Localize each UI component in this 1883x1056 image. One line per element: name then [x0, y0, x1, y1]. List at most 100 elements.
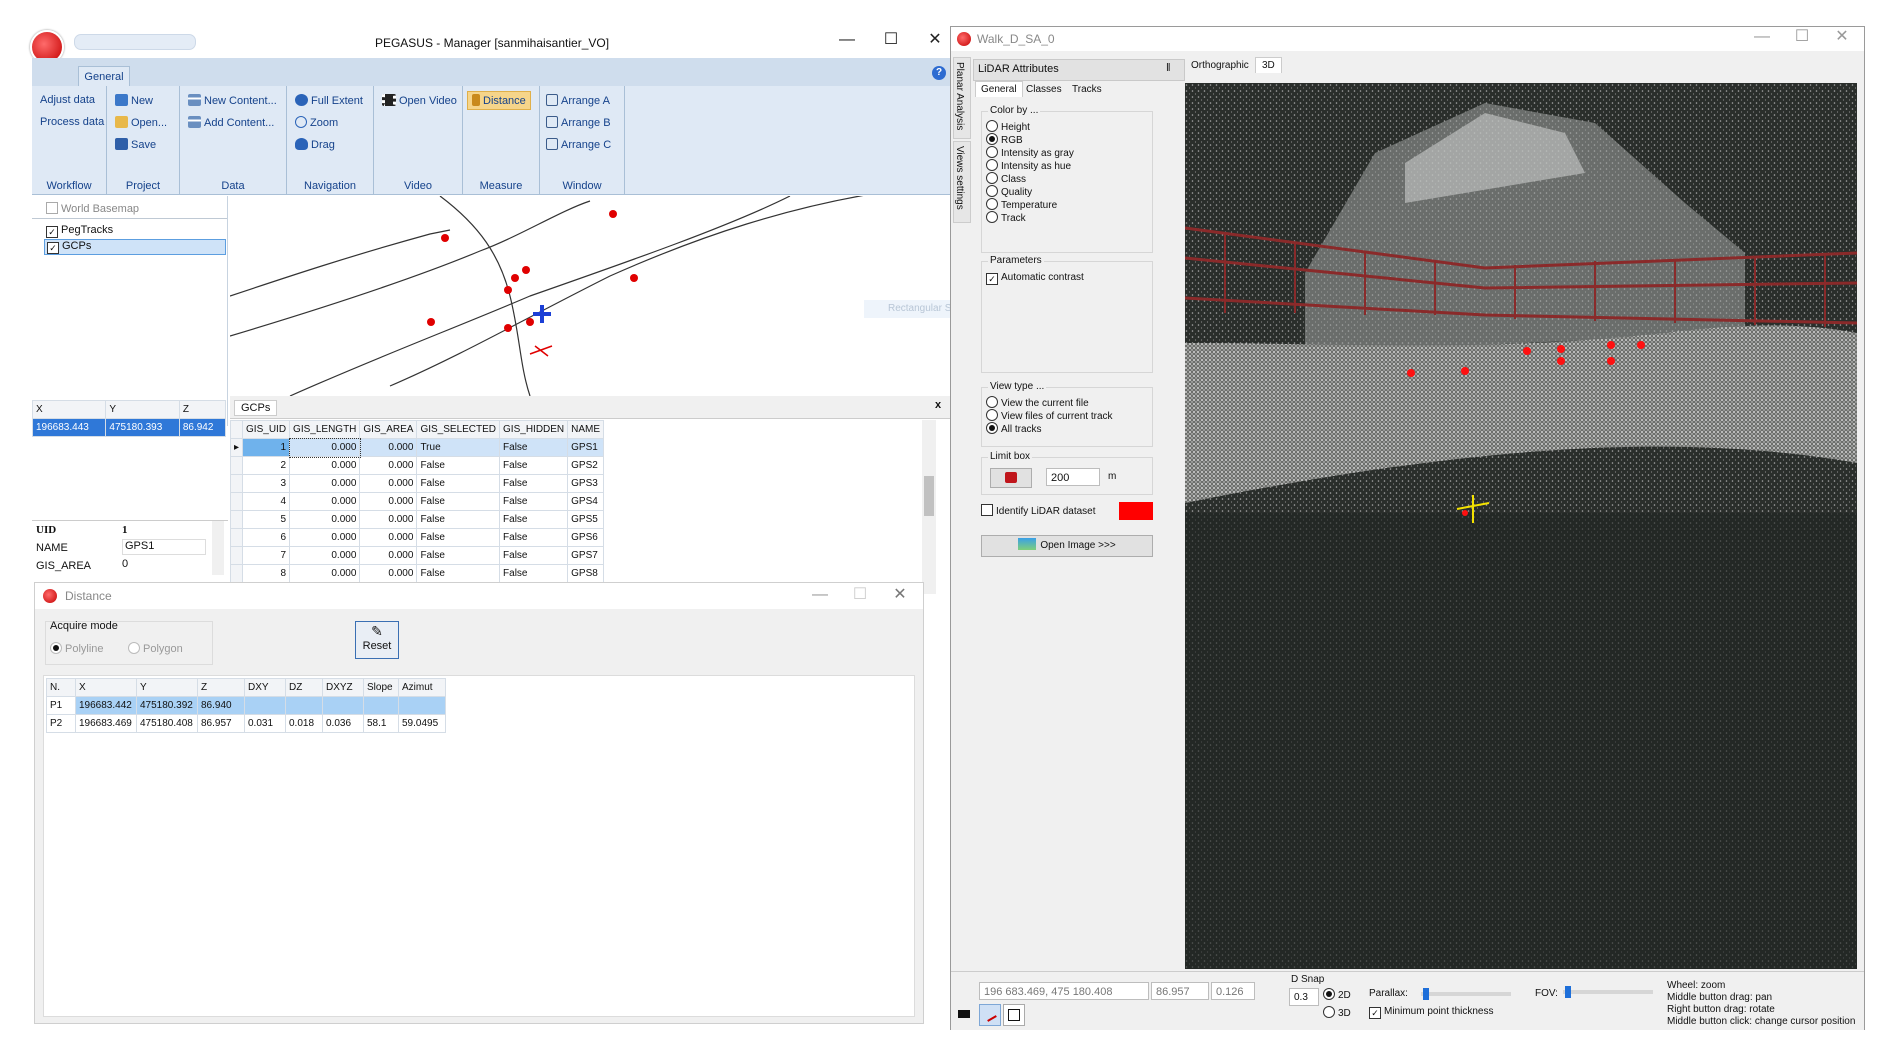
- minimize-button[interactable]: —: [805, 585, 835, 605]
- distance-header[interactable]: Azimut: [398, 678, 446, 697]
- arrange-b-button[interactable]: Arrange B: [546, 116, 611, 129]
- close-button[interactable]: ✕: [885, 585, 915, 605]
- distance-header[interactable]: Slope: [363, 678, 399, 697]
- limit-box-button[interactable]: [990, 468, 1032, 488]
- gcp-point[interactable]: [427, 318, 435, 326]
- tab-views-settings[interactable]: Views settings: [953, 141, 971, 223]
- gcps-header-hidden[interactable]: GIS_HIDDEN: [499, 420, 569, 439]
- measure-tool-icon[interactable]: [979, 1004, 1001, 1026]
- table-row[interactable]: 6 0.000 0.000 False False GPS6: [230, 528, 605, 547]
- row-indicator[interactable]: [230, 564, 244, 583]
- gcp-marker[interactable]: [1607, 341, 1615, 349]
- gcp-point[interactable]: [504, 286, 512, 294]
- layer-gcps[interactable]: ✓ GCPs: [44, 239, 226, 255]
- view-type-option[interactable]: View the current file: [986, 396, 1089, 409]
- distance-header[interactable]: DXY: [244, 678, 286, 697]
- gcp-point[interactable]: [504, 324, 512, 332]
- close-button[interactable]: ✕: [920, 30, 950, 50]
- color-by-option[interactable]: Temperature: [986, 198, 1057, 211]
- min-point-thickness-checkbox[interactable]: ✓ Minimum point thickness: [1369, 1006, 1493, 1019]
- maximize-button[interactable]: ☐: [876, 30, 906, 50]
- gcps-header-area[interactable]: GIS_AREA: [359, 420, 418, 439]
- open-image-button[interactable]: Open Image >>>: [981, 535, 1153, 557]
- gcp-marker[interactable]: [1523, 347, 1531, 355]
- drag-button[interactable]: Drag: [295, 138, 335, 151]
- film-icon[interactable]: [957, 1006, 973, 1022]
- snap-tool-icon[interactable]: [1003, 1004, 1025, 1026]
- open-video-button[interactable]: Open Video: [382, 94, 457, 107]
- color-by-option[interactable]: Track: [986, 211, 1026, 224]
- tab-gcps[interactable]: GCPs: [234, 400, 278, 416]
- row-indicator[interactable]: [230, 546, 244, 565]
- table-row[interactable]: 8 0.000 0.000 False False GPS8: [230, 564, 605, 583]
- map-view[interactable]: [229, 190, 950, 397]
- row-indicator[interactable]: [230, 492, 244, 511]
- distance-header[interactable]: X: [75, 678, 137, 697]
- automatic-contrast-checkbox[interactable]: ✓ Automatic contrast: [986, 272, 1084, 285]
- gcp-marker[interactable]: [1607, 357, 1615, 365]
- pin-icon[interactable]: ‖: [1166, 62, 1171, 74]
- tab-general[interactable]: General: [78, 66, 130, 87]
- zoom-button[interactable]: Zoom: [295, 116, 338, 129]
- color-by-option[interactable]: RGB: [986, 133, 1023, 146]
- gcp-marker[interactable]: [1557, 345, 1565, 353]
- table-row[interactable]: P1 196683.442 475180.392 86.940: [46, 696, 446, 715]
- color-by-option[interactable]: Class: [986, 172, 1026, 185]
- gcp-point[interactable]: [522, 266, 530, 274]
- gcp-marker[interactable]: [1557, 357, 1565, 365]
- tab-planar-analysis[interactable]: Planar Analysis: [953, 57, 971, 139]
- arrange-a-button[interactable]: Arrange A: [546, 94, 610, 107]
- map-canvas[interactable]: [229, 190, 950, 397]
- table-row[interactable]: P2 196683.469 475180.408 86.957 0.031 0.018 0.…: [46, 714, 446, 733]
- distance-button[interactable]: Distance: [467, 91, 531, 110]
- gcps-header-length[interactable]: GIS_LENGTH: [289, 420, 361, 439]
- row-indicator[interactable]: [230, 474, 244, 493]
- view-type-option[interactable]: All tracks: [986, 422, 1042, 435]
- layer-pegtracks[interactable]: ✓ PegTracks: [46, 224, 113, 238]
- add-content-button[interactable]: Add Content...: [188, 116, 274, 129]
- new-button[interactable]: New: [115, 94, 153, 107]
- row-indicator[interactable]: [230, 456, 244, 475]
- help-icon[interactable]: ?: [932, 66, 946, 80]
- gcp-point[interactable]: [441, 234, 449, 242]
- close-button[interactable]: ✕: [1827, 27, 1857, 47]
- color-by-option[interactable]: Quality: [986, 185, 1032, 198]
- distance-header[interactable]: Y: [136, 678, 198, 697]
- polyline-radio[interactable]: Polyline: [50, 642, 104, 655]
- reset-button[interactable]: ✎ Reset: [355, 621, 399, 659]
- color-by-option[interactable]: Height: [986, 120, 1030, 133]
- table-row[interactable]: 5 0.000 0.000 False False GPS5: [230, 510, 605, 529]
- table-row[interactable]: 4 0.000 0.000 False False GPS4: [230, 492, 605, 511]
- tab-tracks[interactable]: Tracks: [1067, 83, 1107, 96]
- view-type-option[interactable]: View files of current track: [986, 409, 1113, 422]
- distance-header[interactable]: Z: [197, 678, 245, 697]
- gcps-scrollbar[interactable]: [922, 420, 936, 594]
- prop-value-name[interactable]: GPS1: [122, 539, 206, 555]
- gcps-header-name[interactable]: NAME: [567, 420, 605, 439]
- adjust-data-button[interactable]: Adjust data: [40, 94, 95, 106]
- row-indicator[interactable]: [230, 528, 244, 547]
- minimize-button[interactable]: —: [832, 30, 862, 50]
- dsnap-input[interactable]: 0.3: [1289, 988, 1319, 1006]
- distance-header[interactable]: DXYZ: [322, 678, 364, 697]
- table-row[interactable]: 3 0.000 0.000 False False GPS3: [230, 474, 605, 493]
- point-cloud-canvas[interactable]: [1185, 83, 1857, 969]
- table-row[interactable]: 2 0.000 0.000 False False GPS2: [230, 456, 605, 475]
- distance-header[interactable]: DZ: [285, 678, 323, 697]
- scroll-thumb[interactable]: [924, 476, 934, 516]
- gcps-header-selected[interactable]: GIS_SELECTED: [416, 420, 501, 439]
- polygon-radio[interactable]: Polygon: [128, 642, 183, 655]
- gcps-close-button[interactable]: x: [930, 399, 946, 415]
- table-row[interactable]: 7 0.000 0.000 False False GPS7: [230, 546, 605, 565]
- tab-classes[interactable]: Classes: [1021, 83, 1067, 96]
- layer-basemap[interactable]: World Basemap: [46, 202, 139, 215]
- full-extent-button[interactable]: Full Extent: [295, 94, 363, 107]
- gcp-point[interactable]: [609, 210, 617, 218]
- gcp-point[interactable]: [630, 274, 638, 282]
- identify-color-swatch[interactable]: [1119, 502, 1153, 520]
- fov-slider[interactable]: [1563, 986, 1653, 998]
- slider-thumb[interactable]: [1423, 988, 1429, 1000]
- parallax-slider[interactable]: [1421, 988, 1511, 1000]
- save-button[interactable]: Save: [115, 138, 156, 151]
- point-cloud-viewport[interactable]: [1185, 83, 1857, 969]
